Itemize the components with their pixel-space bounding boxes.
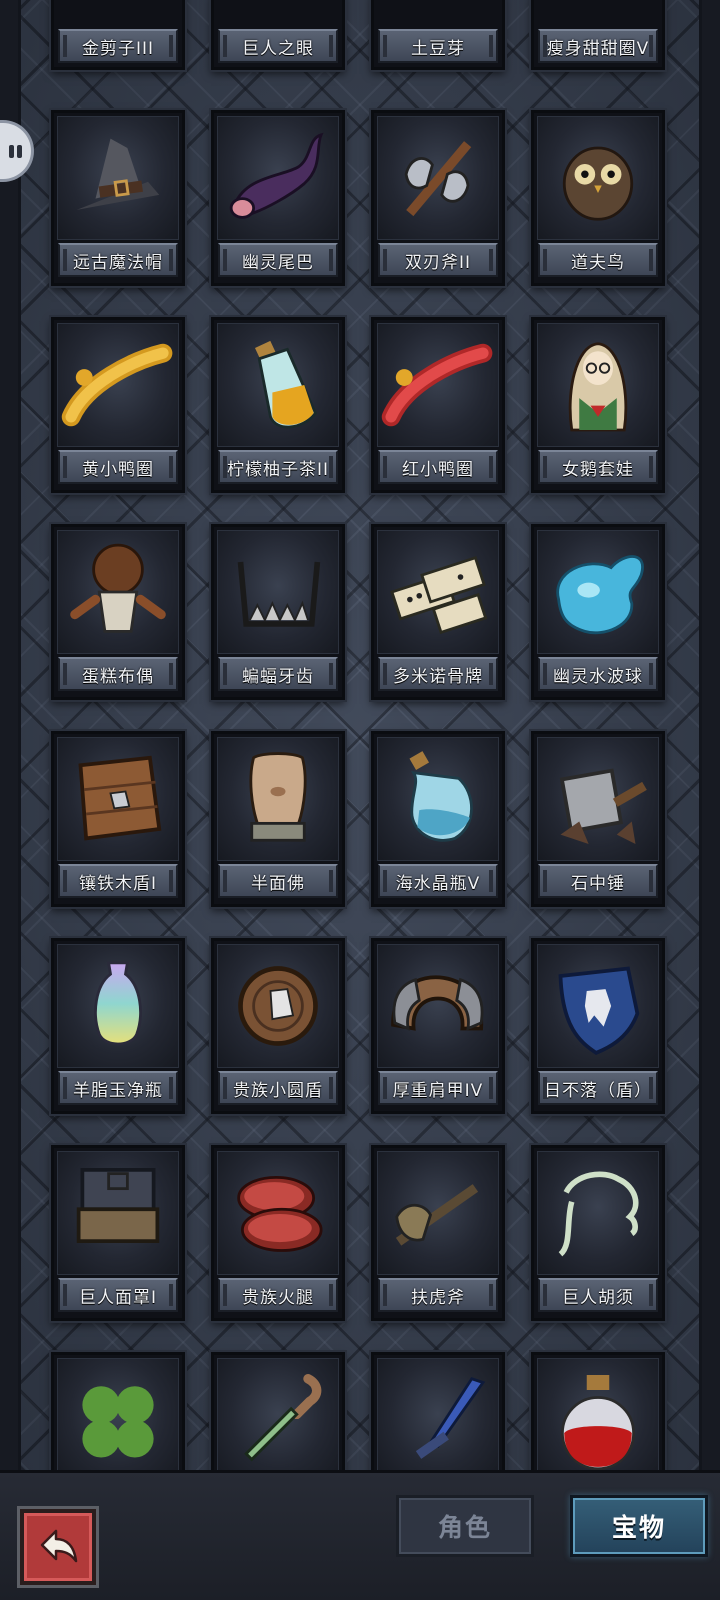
item-name: 石中锤: [538, 864, 658, 898]
bat-teeth-icon: [217, 530, 339, 654]
yellow-duck-ring-icon: [57, 323, 179, 447]
item-card[interactable]: 多米诺骨牌: [371, 524, 505, 700]
item-name: 黄小鸭圈: [58, 450, 178, 484]
item-card[interactable]: 贵族小圆盾: [211, 938, 345, 1114]
item-name: 半面佛: [218, 864, 338, 898]
bottom-bar: 角色 宝物: [0, 1470, 720, 1600]
giant-mask-icon: [57, 1151, 179, 1275]
item-card[interactable]: 镶铁木盾I: [51, 731, 185, 907]
red-duck-ring-icon: [377, 323, 499, 447]
item-card[interactable]: 红小鸭圈: [371, 317, 505, 493]
back-arrow-icon: [40, 1529, 78, 1563]
item-card[interactable]: 蝙蝠牙齿: [211, 524, 345, 700]
item-name: 道夫鸟: [538, 243, 658, 277]
item-name: 金剪子III: [58, 29, 178, 63]
item-card[interactable]: 石中锤: [531, 731, 665, 907]
item-card[interactable]: 巨人胡须: [531, 1145, 665, 1321]
item-name: 幽灵尾巴: [218, 243, 338, 277]
item-name: 女鹅套娃: [538, 450, 658, 484]
back-button[interactable]: [20, 1509, 96, 1585]
item-name: 瘦身甜甜圈V: [538, 29, 658, 63]
item-card[interactable]: [371, 1352, 505, 1470]
tab-role-label: 角色: [437, 1513, 492, 1542]
item-name: 蝙蝠牙齿: [218, 657, 338, 691]
grip-icon: [9, 144, 22, 158]
item-card[interactable]: 贵族火腿: [211, 1145, 345, 1321]
treasure-grid[interactable]: 金剪子III 巨人之眼 土豆芽 瘦身甜甜圈V 远古魔法帽 幽灵尾巴 双刃斧II 道夫鸟黄小鸭圈…: [18, 0, 702, 1470]
water-ball-icon: [537, 530, 659, 654]
item-card[interactable]: 土豆芽: [371, 0, 505, 70]
item-card[interactable]: 双刃斧II: [371, 110, 505, 286]
item-card[interactable]: 柠檬柚子茶II: [211, 317, 345, 493]
tab-treasure[interactable]: 宝物: [570, 1495, 708, 1557]
item-card[interactable]: 女鹅套娃: [531, 317, 665, 493]
tab-role[interactable]: 角色: [396, 1495, 534, 1557]
item-name: 巨人之眼: [218, 29, 338, 63]
item-name: 日不落（盾）: [538, 1071, 658, 1105]
jade-vase-icon: [57, 944, 179, 1068]
item-name: 贵族火腿: [218, 1278, 338, 1312]
clover-icon: [57, 1358, 179, 1470]
item-card[interactable]: 半面佛: [211, 731, 345, 907]
half-buddha-icon: [217, 737, 339, 861]
item-name: 双刃斧II: [378, 243, 498, 277]
item-card[interactable]: 巨人之眼: [211, 0, 345, 70]
item-card[interactable]: 远古魔法帽: [51, 110, 185, 286]
item-card[interactable]: 羊脂玉净瓶: [51, 938, 185, 1114]
item-name: 厚重肩甲IV: [378, 1071, 498, 1105]
item-card[interactable]: 厚重肩甲IV: [371, 938, 505, 1114]
item-card[interactable]: 道夫鸟: [531, 110, 665, 286]
treasure-screen: 金剪子III 巨人之眼 土豆芽 瘦身甜甜圈V 远古魔法帽 幽灵尾巴 双刃斧II 道夫鸟黄小鸭圈…: [0, 0, 720, 1600]
item-name: 海水晶瓶V: [378, 864, 498, 898]
dagger-icon: [217, 1358, 339, 1470]
shoulder-armor-icon: [377, 944, 499, 1068]
item-name: 柠檬柚子茶II: [218, 450, 338, 484]
crest-shield-icon: [537, 944, 659, 1068]
wood-shield-icon: [57, 737, 179, 861]
item-card[interactable]: 金剪子III: [51, 0, 185, 70]
owl-icon: [537, 116, 659, 240]
item-name: 巨人胡须: [538, 1278, 658, 1312]
item-card[interactable]: 瘦身甜甜圈V: [531, 0, 665, 70]
item-name: 土豆芽: [378, 29, 498, 63]
stone-hammer-icon: [537, 737, 659, 861]
tiger-axe-icon: [377, 1151, 499, 1275]
tea-potion-icon: [217, 323, 339, 447]
round-shield-icon: [217, 944, 339, 1068]
item-name: 巨人面罩I: [58, 1278, 178, 1312]
item-card[interactable]: [51, 1352, 185, 1470]
item-card[interactable]: [211, 1352, 345, 1470]
wizard-hat-icon: [57, 116, 179, 240]
item-name: 远古魔法帽: [58, 243, 178, 277]
sea-bottle-icon: [377, 737, 499, 861]
item-name: 红小鸭圈: [378, 450, 498, 484]
domino-icon: [377, 530, 499, 654]
item-name: 蛋糕布偶: [58, 657, 178, 691]
double-axe-icon: [377, 116, 499, 240]
item-card[interactable]: 蛋糕布偶: [51, 524, 185, 700]
item-card[interactable]: [531, 1352, 665, 1470]
ghost-tail-icon: [217, 116, 339, 240]
item-name: 贵族小圆盾: [218, 1071, 338, 1105]
sword-icon: [377, 1358, 499, 1470]
item-card[interactable]: 黄小鸭圈: [51, 317, 185, 493]
item-card[interactable]: 日不落（盾）: [531, 938, 665, 1114]
item-name: 羊脂玉净瓶: [58, 1071, 178, 1105]
item-card[interactable]: 幽灵尾巴: [211, 110, 345, 286]
item-name: 多米诺骨牌: [378, 657, 498, 691]
red-potion-icon: [537, 1358, 659, 1470]
item-card[interactable]: 巨人面罩I: [51, 1145, 185, 1321]
item-card[interactable]: 幽灵水波球: [531, 524, 665, 700]
item-card[interactable]: 海水晶瓶V: [371, 731, 505, 907]
beard-icon: [537, 1151, 659, 1275]
ham-icon: [217, 1151, 339, 1275]
item-card[interactable]: 扶虎斧: [371, 1145, 505, 1321]
matryoshka-icon: [537, 323, 659, 447]
voodoo-doll-icon: [57, 530, 179, 654]
item-name: 幽灵水波球: [538, 657, 658, 691]
tab-treasure-label: 宝物: [611, 1513, 666, 1542]
item-name: 扶虎斧: [378, 1278, 498, 1312]
item-name: 镶铁木盾I: [58, 864, 178, 898]
